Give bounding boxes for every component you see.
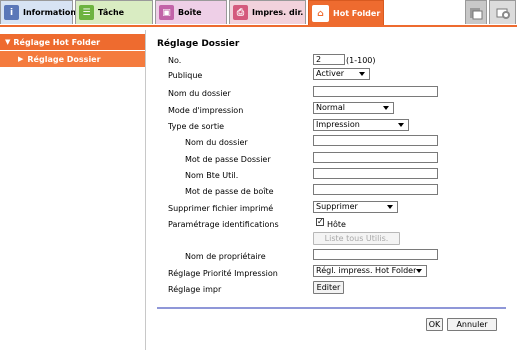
proprietaire-field[interactable] bbox=[313, 249, 438, 260]
tab-bar: i Information ☰ Tâche ▣ Boîte ⎙ Impres. … bbox=[0, 0, 517, 26]
supprimer-label: Supprimer fichier imprimé bbox=[168, 204, 274, 213]
page-title: Réglage Dossier bbox=[157, 39, 240, 49]
mdp-dossier-field[interactable] bbox=[313, 152, 438, 163]
hote-label: Hôte bbox=[327, 220, 346, 229]
mdp-boite-field[interactable] bbox=[313, 184, 438, 195]
tab-extra-1[interactable] bbox=[465, 0, 487, 24]
chevron-down-icon bbox=[398, 123, 404, 127]
type-sortie-label: Type de sortie bbox=[168, 122, 225, 131]
publique-label: Publique bbox=[168, 71, 203, 80]
editer-button[interactable]: Editer bbox=[313, 281, 344, 294]
tab-direct-print[interactable]: ⎙ Impres. dir. bbox=[229, 0, 306, 24]
tab-information[interactable]: i Information bbox=[0, 0, 77, 24]
tab-extra-2[interactable] bbox=[489, 0, 516, 24]
divider bbox=[157, 307, 506, 309]
information-icon: i bbox=[4, 5, 19, 20]
no-field[interactable]: 2 bbox=[313, 54, 345, 65]
tab-hot-folder[interactable]: ⌂ Hot Folder bbox=[308, 0, 384, 26]
hote-checkbox[interactable]: ✓ bbox=[316, 218, 324, 226]
ok-button[interactable]: OK bbox=[426, 318, 443, 331]
mode-impression-value: Normal bbox=[316, 103, 345, 112]
mode-impression-select[interactable]: Normal bbox=[313, 102, 394, 114]
publique-select[interactable]: Activer bbox=[313, 68, 370, 80]
mdp-dossier-label: Mot de passe Dossier bbox=[185, 155, 271, 164]
chevron-down-icon bbox=[383, 106, 389, 110]
sidebar: ▼ Réglage Hot Folder ▶ Réglage Dossier bbox=[0, 30, 146, 350]
chevron-down-icon bbox=[416, 269, 422, 273]
refresh-icon bbox=[496, 8, 510, 19]
tab-hot-folder-label: Hot Folder bbox=[333, 9, 381, 18]
priorite-select[interactable]: Régl. impress. Hot Folder bbox=[313, 265, 427, 277]
nom-dossier-field[interactable] bbox=[313, 86, 438, 97]
box-icon: ▣ bbox=[159, 5, 174, 20]
sidebar-item-reglage-dossier[interactable]: ▶ Réglage Dossier bbox=[0, 51, 145, 67]
settings-icon bbox=[470, 7, 483, 19]
supprimer-select[interactable]: Supprimer bbox=[313, 201, 398, 213]
tab-direct-print-label: Impres. dir. bbox=[252, 8, 304, 17]
type-sortie-select[interactable]: Impression bbox=[313, 119, 409, 131]
annuler-button[interactable]: Annuler bbox=[447, 318, 497, 331]
caret-down-icon: ▼ bbox=[5, 38, 11, 46]
nom-dossier-label: Nom du dossier bbox=[168, 89, 231, 98]
no-label: No. bbox=[168, 56, 182, 65]
param-ident-label: Paramétrage identifications bbox=[168, 220, 279, 229]
no-range: (1-100) bbox=[346, 56, 376, 65]
supprimer-value: Supprimer bbox=[316, 202, 358, 211]
nom-bte-field[interactable] bbox=[313, 168, 438, 179]
hot-folder-icon: ⌂ bbox=[312, 5, 329, 22]
sidebar-group-hot-folder[interactable]: ▼ Réglage Hot Folder bbox=[0, 34, 145, 50]
type-sortie-value: Impression bbox=[316, 120, 360, 129]
tab-box[interactable]: ▣ Boîte bbox=[155, 0, 227, 24]
nom-bte-label: Nom Bte Util. bbox=[185, 171, 239, 180]
tab-box-label: Boîte bbox=[178, 8, 202, 17]
tab-information-label: Information bbox=[23, 8, 77, 17]
tab-underline bbox=[0, 25, 517, 27]
direct-print-icon: ⎙ bbox=[233, 5, 248, 20]
mdp-boite-label: Mot de passe de boîte bbox=[185, 187, 274, 196]
sidebar-group-label: Réglage Hot Folder bbox=[13, 37, 101, 47]
sidebar-item-label: Réglage Dossier bbox=[27, 54, 101, 64]
tab-task[interactable]: ☰ Tâche bbox=[75, 0, 153, 24]
proprietaire-label: Nom de propriétaire bbox=[185, 252, 266, 261]
liste-utilis-button[interactable]: Liste tous Utilis. bbox=[313, 232, 400, 245]
priorite-value: Régl. impress. Hot Folder bbox=[316, 266, 416, 275]
publique-value: Activer bbox=[316, 69, 345, 78]
sub-nom-dossier-label: Nom du dossier bbox=[185, 138, 248, 147]
mode-impression-label: Mode d'impression bbox=[168, 106, 244, 115]
tab-task-label: Tâche bbox=[98, 8, 125, 17]
caret-right-icon: ▶ bbox=[18, 55, 24, 63]
sub-nom-dossier-field[interactable] bbox=[313, 135, 438, 146]
chevron-down-icon bbox=[359, 72, 365, 76]
priorite-label: Réglage Priorité Impression bbox=[168, 269, 278, 278]
task-icon: ☰ bbox=[79, 5, 94, 20]
reglage-impr-label: Réglage impr bbox=[168, 285, 222, 294]
chevron-down-icon bbox=[387, 205, 393, 209]
